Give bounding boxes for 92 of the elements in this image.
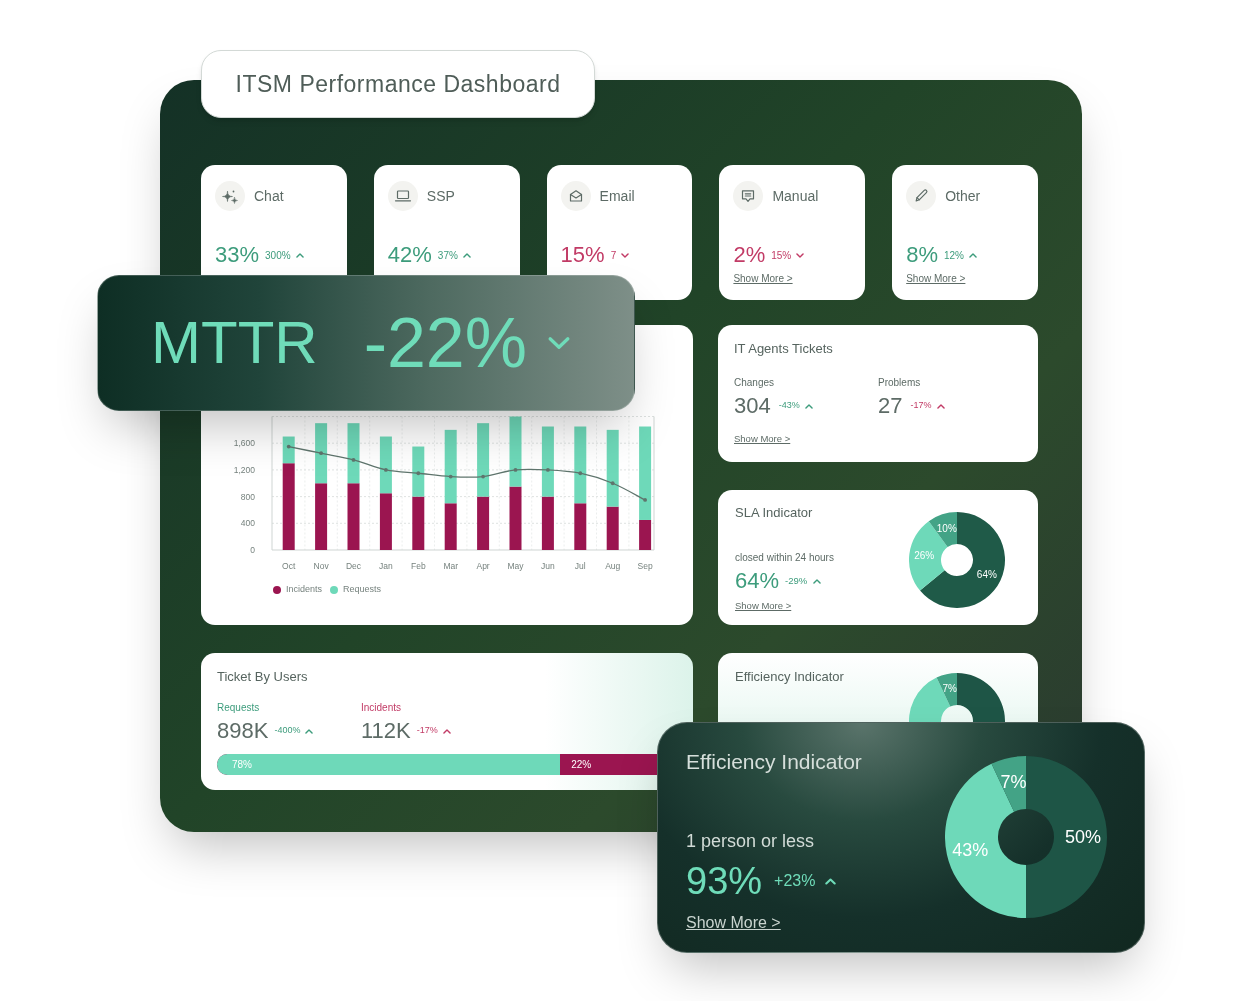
channel-label: Email (599, 187, 635, 205)
axis-label: Oct (282, 561, 296, 571)
stat-value: 8% (906, 241, 938, 269)
axis-label: Jul (574, 561, 586, 571)
slice-label: 64% (976, 568, 997, 580)
axis-label: 1,200 (233, 464, 255, 475)
chat-bubble-icon (733, 181, 764, 211)
show-more-link[interactable]: Show More > (686, 913, 781, 933)
channel-label: Other (945, 187, 981, 205)
stat-value: 898K (217, 717, 269, 745)
axis-label: Dec (345, 561, 362, 571)
stat-value: 112K (361, 717, 411, 745)
axis-label: 800 (240, 491, 255, 502)
slice-label: 26% (914, 550, 935, 562)
delta-text: -43% (778, 399, 800, 413)
caption-text: 1 person or less (686, 830, 816, 852)
envelope-icon (560, 181, 591, 211)
card-title: Ticket By Users (217, 668, 309, 686)
slice-label: 7% (942, 683, 958, 695)
stat-value: 93% (686, 861, 763, 901)
show-more-link[interactable]: Show More > (733, 272, 793, 286)
metric-label: Changes (734, 376, 776, 390)
delta-text: 37% (437, 248, 458, 263)
channel-label: Manual (772, 187, 819, 205)
axis-label: May (507, 561, 524, 571)
stat-value: 15% (560, 241, 605, 269)
channel-label: SSP (426, 187, 455, 205)
chart-bar (412, 446, 425, 497)
legend-label: Requests (343, 583, 382, 596)
stat-value: -22% (363, 308, 528, 378)
delta-text: 7 (610, 248, 617, 263)
delta-text: -17% (910, 399, 932, 413)
chart-bar (509, 416, 522, 487)
card-title: Efficiency Indicator (686, 749, 863, 774)
sparkle-icon (215, 181, 245, 211)
card-title: IT Agents Tickets (734, 340, 834, 358)
chart-bar (315, 423, 328, 484)
stat-value: 33% (215, 241, 260, 269)
chart-bar (477, 496, 490, 550)
channel-label: Chat (254, 187, 284, 205)
card-title: Efficiency Indicator (735, 668, 845, 686)
axis-label: Aug (605, 561, 621, 571)
show-more-link[interactable]: Show More > (735, 599, 792, 613)
stat-value: 304 (734, 392, 771, 420)
metric-label: Incidents (361, 701, 403, 715)
delta-text: 12% (944, 248, 964, 263)
show-more-link[interactable]: Show More > (906, 272, 966, 286)
slice-label: 7% (1000, 771, 1027, 792)
axis-label: Feb (410, 561, 426, 571)
chart-bar (315, 483, 328, 550)
delta-text: -17% (416, 724, 438, 738)
chart-bar (347, 423, 360, 484)
card-title: SLA Indicator (735, 504, 814, 522)
caption-text: closed within 24 hours (735, 551, 835, 565)
axis-label: Mar (443, 561, 458, 571)
chart-bar (541, 496, 554, 550)
axis-label: 1,600 (233, 438, 255, 449)
slice-label: 10% (936, 523, 957, 535)
delta-text: 15% (771, 248, 792, 263)
axis-label: 0 (250, 545, 255, 555)
axis-label: Jun (541, 561, 555, 571)
axis-label: Sep (637, 561, 653, 571)
axis-label: Apr (476, 561, 490, 571)
slice-label: 43% (952, 839, 989, 860)
stat-value: 64% (735, 567, 780, 595)
delta-text: -29% (785, 573, 808, 588)
axis-label: Nov (313, 561, 329, 571)
slice-label: 50% (1065, 827, 1101, 848)
metric-label: Requests (217, 701, 261, 715)
delta-text: -400% (274, 724, 301, 738)
chart-bar (541, 426, 554, 497)
axis-label: Jan (379, 561, 393, 571)
chart-bar (379, 436, 392, 494)
laptop-icon (387, 181, 418, 211)
metric-label: Problems (878, 376, 922, 390)
legend-label: Incidents (286, 583, 323, 596)
stat-value: 42% (387, 241, 432, 269)
metric-name: MTTR (151, 313, 318, 373)
chart-bar (347, 483, 360, 550)
chart-bar (412, 496, 425, 550)
chart-bar (379, 493, 392, 550)
stat-value: 2% (733, 241, 766, 269)
percent-label: 22% (571, 758, 592, 772)
stat-value: 27 (878, 392, 903, 420)
pencil-icon (906, 181, 937, 211)
axis-label: 400 (240, 518, 255, 529)
chart-bar (509, 486, 522, 550)
percent-label: 78% (232, 758, 252, 772)
delta-text: 300% (265, 248, 291, 263)
show-more-link[interactable]: Show More > (734, 432, 791, 446)
dashboard-title: ITSM Performance Dashboard (201, 50, 595, 118)
delta-text: +23% (774, 871, 816, 891)
